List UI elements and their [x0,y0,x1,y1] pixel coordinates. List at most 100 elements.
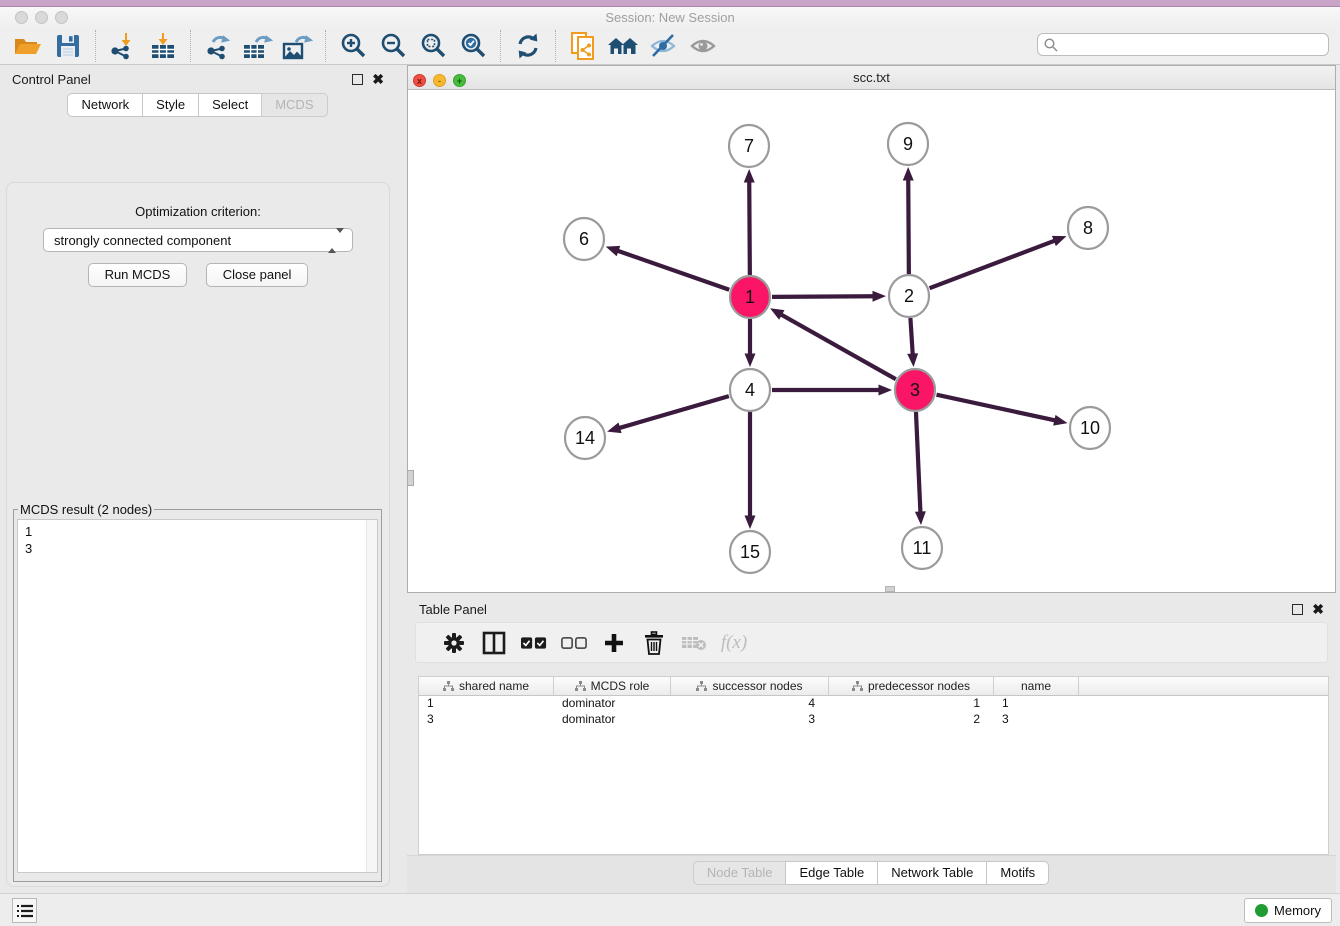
table-row[interactable]: 1dominator411 [419,696,1328,712]
graph-edge-2-3[interactable] [910,318,912,354]
open-session-icon[interactable] [11,30,45,62]
minimize-window-icon[interactable] [35,11,48,24]
graph-node-label: 4 [745,380,755,400]
delete-column-icon[interactable] [641,627,667,659]
zoom-out-icon[interactable] [376,30,410,62]
tab-motifs[interactable]: Motifs [986,861,1049,885]
titlebar: Session: New Session [0,7,1340,28]
minimize-view-icon[interactable]: - [433,74,446,87]
table-cell[interactable]: 1 [994,696,1079,712]
clone-network-icon[interactable] [566,30,600,62]
column-header-shared-name[interactable]: shared name [419,677,554,695]
column-header-successor-nodes[interactable]: successor nodes [671,677,829,695]
table-cell[interactable]: 4 [671,696,829,712]
network-canvas[interactable]: 7968124314101511 [408,90,1335,592]
float-table-panel-icon[interactable] [1292,604,1303,615]
mcds-result-group: MCDS result (2 nodes) 13 [13,502,382,882]
export-table-icon[interactable] [241,30,275,62]
toolbar-separator [95,30,96,62]
zoom-selected-icon[interactable] [456,30,490,62]
window-traffic-lights[interactable] [15,11,75,29]
search-input[interactable] [1062,37,1322,52]
select-all-columns-icon[interactable] [521,627,547,659]
graph-edge-3-1[interactable] [781,315,895,380]
zoom-fit-icon[interactable] [416,30,450,62]
close-window-icon[interactable] [15,11,28,24]
hide-selected-icon[interactable] [646,30,680,62]
graph-edge-3-10[interactable] [936,395,1054,421]
save-session-icon[interactable] [51,30,85,62]
search-field[interactable] [1037,33,1329,56]
column-header-name[interactable]: name [994,677,1079,695]
column-header-predecessor-nodes[interactable]: predecessor nodes [829,677,994,695]
toolbar-separator [325,30,326,62]
toolbar-separator [190,30,191,62]
graph-edge-1-2[interactable] [772,296,873,297]
result-scrollbar[interactable] [366,520,377,872]
close-panel-icon[interactable]: ✖ [372,71,384,88]
home-view-icon[interactable] [606,30,640,62]
table-header-row: shared name MCDS rolesuccessor nodesprede… [419,677,1328,696]
graph-node-label: 6 [579,229,589,249]
memory-button[interactable]: Memory [1244,898,1332,923]
table-cell[interactable]: 1 [829,696,994,712]
graph-edge-3-11[interactable] [916,412,920,512]
function-builder-icon[interactable]: f(x) [721,627,747,659]
close-panel-button[interactable]: Close panel [206,263,309,287]
export-network-icon[interactable] [201,30,235,62]
table-cell[interactable]: 3 [994,712,1079,728]
horizontal-scrollbar-thumb[interactable] [885,586,895,592]
graph-edge-1-6[interactable] [618,251,729,290]
column-header-MCDS-role[interactable]: MCDS role [554,677,671,695]
import-network-icon[interactable] [106,30,140,62]
mcds-result-line[interactable]: 1 [25,523,370,540]
optimization-criterion-select[interactable]: strongly connected component [43,228,353,252]
toolbar-separator [500,30,501,62]
close-table-panel-icon[interactable]: ✖ [1312,601,1324,618]
tab-edge-table[interactable]: Edge Table [785,861,878,885]
network-window-titlebar[interactable]: x-+ scc.txt [408,66,1335,90]
refresh-icon[interactable] [511,30,545,62]
unselect-all-columns-icon[interactable] [561,627,587,659]
tab-select[interactable]: Select [198,93,262,117]
float-panel-icon[interactable] [352,74,363,85]
task-history-button[interactable] [12,898,37,923]
tab-node-table[interactable]: Node Table [693,861,787,885]
graph-edge-1-7[interactable] [749,182,750,275]
tab-network[interactable]: Network [67,93,143,117]
zoom-in-icon[interactable] [336,30,370,62]
toolbar-separator [555,30,556,62]
graph-edge-2-9[interactable] [908,180,909,274]
table-cell[interactable]: dominator [554,712,671,728]
table-cell[interactable]: 1 [419,696,554,712]
mcds-result-line[interactable]: 3 [25,540,370,557]
tab-style[interactable]: Style [142,93,199,117]
vertical-scrollbar-thumb[interactable] [407,470,414,486]
column-header-label: shared name [459,679,529,693]
show-all-icon[interactable] [686,30,720,62]
run-mcds-button[interactable]: Run MCDS [88,263,188,287]
column-type-icon [443,681,454,692]
zoom-window-icon[interactable] [55,11,68,24]
search-icon [1044,38,1058,52]
delete-table-icon[interactable] [681,627,707,659]
table-cell[interactable]: 3 [671,712,829,728]
maximize-view-icon[interactable]: + [453,74,466,87]
gear-icon[interactable] [441,627,467,659]
graph-edge-4-14[interactable] [620,396,729,428]
import-table-icon[interactable] [146,30,180,62]
table-cell[interactable]: 2 [829,712,994,728]
table-cell[interactable]: dominator [554,696,671,712]
export-image-icon[interactable] [281,30,315,62]
graph-node-label: 2 [904,286,914,306]
table-cell[interactable]: 3 [419,712,554,728]
tab-network-table[interactable]: Network Table [877,861,987,885]
mcds-result-list[interactable]: 13 [17,519,378,873]
split-columns-icon[interactable] [481,627,507,659]
tab-mcds[interactable]: MCDS [261,93,327,117]
graph-node-label: 9 [903,134,913,154]
add-column-icon[interactable] [601,627,627,659]
graph-edge-2-8[interactable] [930,241,1055,288]
close-view-icon[interactable]: x [413,74,426,87]
table-row[interactable]: 3dominator323 [419,712,1328,728]
